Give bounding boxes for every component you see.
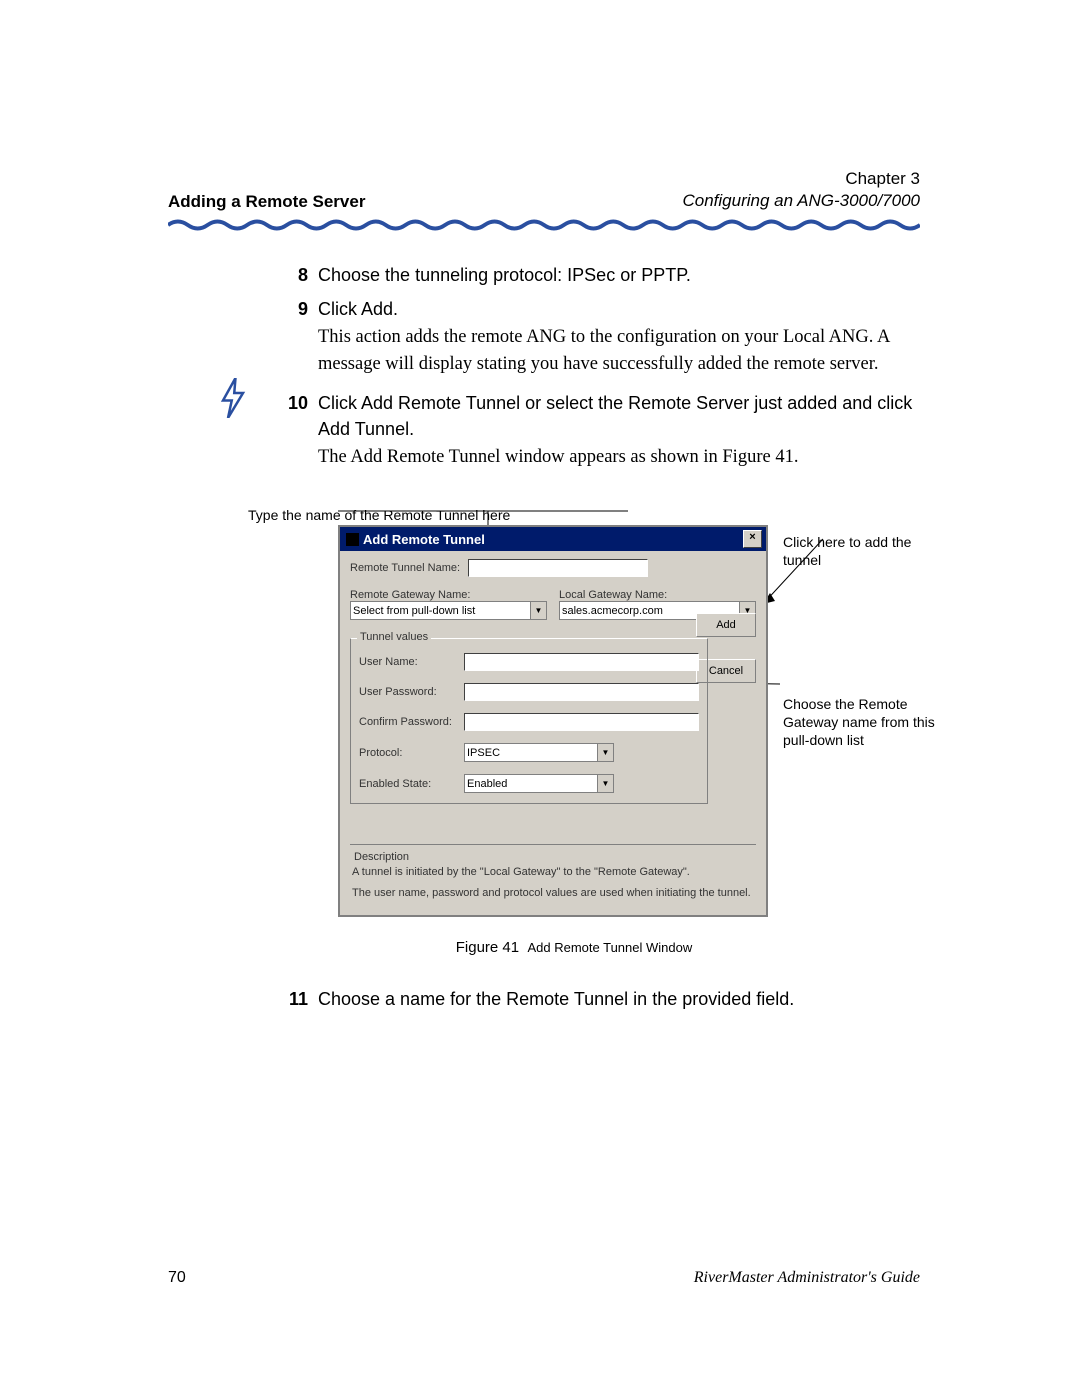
dialog-title: Add Remote Tunnel <box>363 532 743 547</box>
confirm-password-input[interactable] <box>464 713 699 731</box>
chapter-subtitle: Configuring an ANG-3000/7000 <box>682 190 920 212</box>
protocol-select[interactable]: IPSEC ▼ <box>464 743 614 762</box>
guide-title: RiverMaster Administrator's Guide <box>694 1269 920 1287</box>
section-title: Adding a Remote Server <box>168 192 365 212</box>
close-icon[interactable]: × <box>743 530 762 548</box>
chevron-down-icon: ▼ <box>597 775 613 792</box>
label-remote-tunnel-name: Remote Tunnel Name: <box>350 562 468 574</box>
page-footer: 70 RiverMaster Administrator's Guide <box>168 1269 920 1287</box>
description-group: Description A tunnel is initiated by the… <box>350 844 756 901</box>
step-8: 8 Choose the tunneling protocol: IPSec o… <box>278 262 920 288</box>
action-bolt-icon <box>218 378 248 418</box>
chapter-label: Chapter 3 <box>682 168 920 190</box>
label-protocol: Protocol: <box>359 747 464 759</box>
add-remote-tunnel-dialog: Add Remote Tunnel × Remote Tunnel Name: … <box>338 525 768 917</box>
dialog-titlebar: Add Remote Tunnel × <box>340 527 766 551</box>
tunnel-values-group: User Name: User Password: Confirm Passwo… <box>350 638 708 804</box>
step-list: 8 Choose the tunneling protocol: IPSec o… <box>278 262 920 471</box>
divider-wave <box>168 218 920 232</box>
label-local-gateway: Local Gateway Name: <box>559 589 756 601</box>
chevron-down-icon: ▼ <box>530 602 546 619</box>
label-enabled-state: Enabled State: <box>359 778 464 790</box>
label-description: Description <box>352 851 411 863</box>
label-remote-gateway: Remote Gateway Name: <box>350 589 547 601</box>
remote-tunnel-name-input[interactable] <box>468 559 648 577</box>
remote-gateway-select[interactable]: Select from pull-down list ▼ <box>350 601 547 620</box>
dialog-app-icon <box>346 533 359 546</box>
add-button[interactable]: Add <box>696 613 756 637</box>
user-name-input[interactable] <box>464 653 699 671</box>
description-text-2: The user name, password and protocol val… <box>352 886 754 901</box>
step-10: 10 Click Add Remote Tunnel or select the… <box>278 390 920 471</box>
enabled-state-select[interactable]: Enabled ▼ <box>464 774 614 793</box>
page-header: Adding a Remote Server Chapter 3 Configu… <box>168 168 920 212</box>
page-number: 70 <box>168 1269 186 1287</box>
chevron-down-icon: ▼ <box>597 744 613 761</box>
step-9-follow: This action adds the remote ANG to the c… <box>318 324 920 378</box>
annotation-top: Type the name of the Remote Tunnel here <box>248 507 920 523</box>
annotation-remote-gateway: Choose the Remote Gateway name from this… <box>783 695 943 750</box>
figure-caption: Figure 41 Add Remote Tunnel Window <box>228 939 920 956</box>
user-password-input[interactable] <box>464 683 699 701</box>
label-confirm-password: Confirm Password: <box>359 716 464 728</box>
description-text-1: A tunnel is initiated by the "Local Gate… <box>352 865 754 880</box>
annotation-add-tunnel: Click here to add the tunnel <box>783 533 923 569</box>
step-10-follow: The Add Remote Tunnel window appears as … <box>318 444 920 471</box>
step-9: 9 Click Add. This action adds the remote… <box>278 296 920 378</box>
label-user-password: User Password: <box>359 686 464 698</box>
label-user-name: User Name: <box>359 656 464 668</box>
step-11: 11 Choose a name for the Remote Tunnel i… <box>278 986 920 1012</box>
